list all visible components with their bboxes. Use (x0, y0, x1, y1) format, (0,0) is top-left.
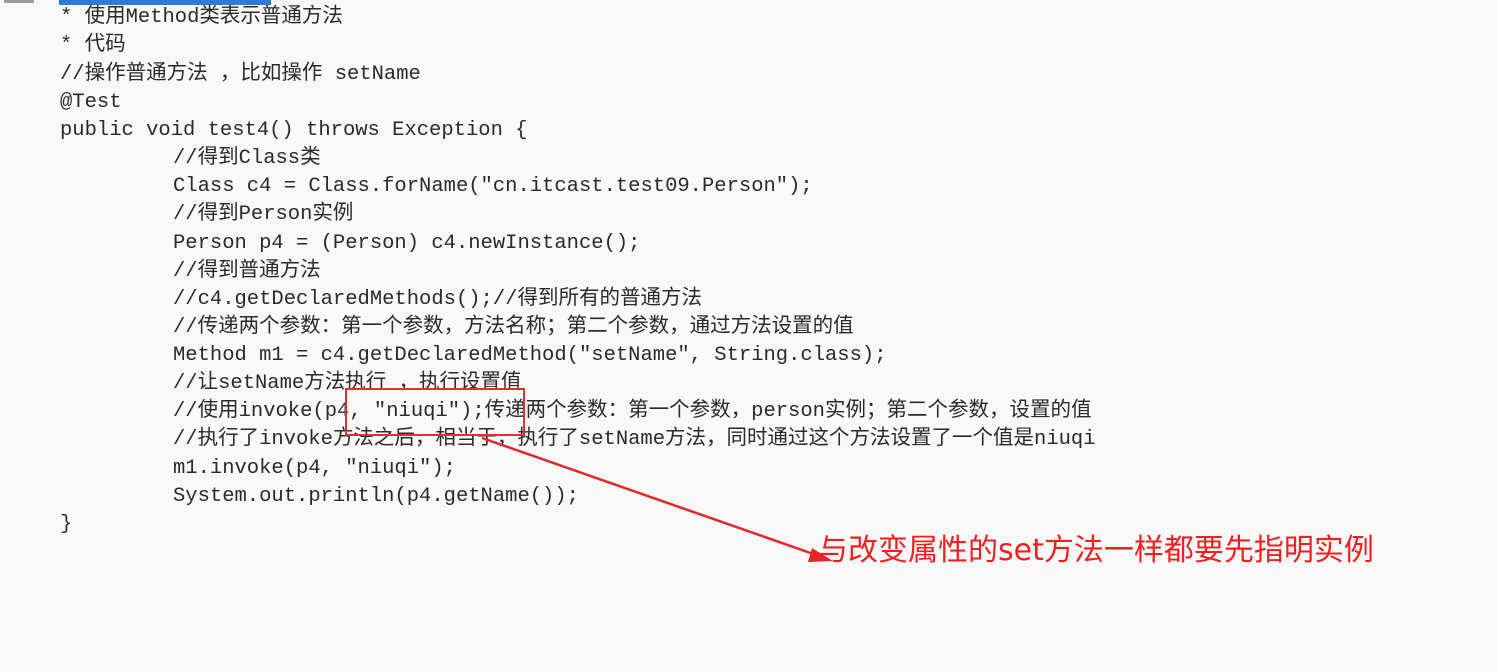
code-line-8: //得到Person实例 (173, 203, 354, 226)
code-line-17: m1.invoke(p4, "niuqi"); (173, 457, 456, 480)
code-line-13: Method m1 = c4.getDeclaredMethod("setNam… (173, 344, 887, 367)
code-line-12: //传递两个参数：第一个参数，方法名称；第二个参数，通过方法设置的值 (173, 316, 854, 339)
top-left-text-fragment (0, 0, 40, 5)
code-line-19: } (60, 513, 73, 536)
invoke-args-highlight-box (345, 388, 525, 436)
code-line-1: * 使用Method类表示普通方法 (60, 6, 343, 29)
code-line-15: //使用invoke(p4, "niuqi");传递两个参数：第一个参数，per… (173, 400, 1092, 423)
code-line-9: Person p4 = (Person) c4.newInstance(); (173, 232, 641, 255)
code-line-16: //执行了invoke方法之后，相当于，执行了setName方法，同时通过这个方… (173, 428, 1096, 451)
code-line-11: //c4.getDeclaredMethods();//得到所有的普通方法 (173, 288, 702, 311)
code-line-10: //得到普通方法 (173, 260, 321, 283)
code-line-5: public void test4() throws Exception { (60, 119, 528, 142)
code-line-2: * 代码 (60, 34, 126, 57)
document-page: * 使用Method类表示普通方法 * 代码 //操作普通方法 ，比如操作 se… (0, 0, 1497, 672)
annotation-label: 与改变属性的set方法一样都要先指明实例 (818, 533, 1374, 568)
code-line-3: //操作普通方法 ，比如操作 setName (60, 63, 421, 86)
code-line-7: Class c4 = Class.forName("cn.itcast.test… (173, 175, 813, 198)
code-line-6: //得到Class类 (173, 147, 321, 170)
code-line-18: System.out.println(p4.getName()); (173, 485, 579, 508)
code-line-4: @Test (60, 91, 122, 114)
